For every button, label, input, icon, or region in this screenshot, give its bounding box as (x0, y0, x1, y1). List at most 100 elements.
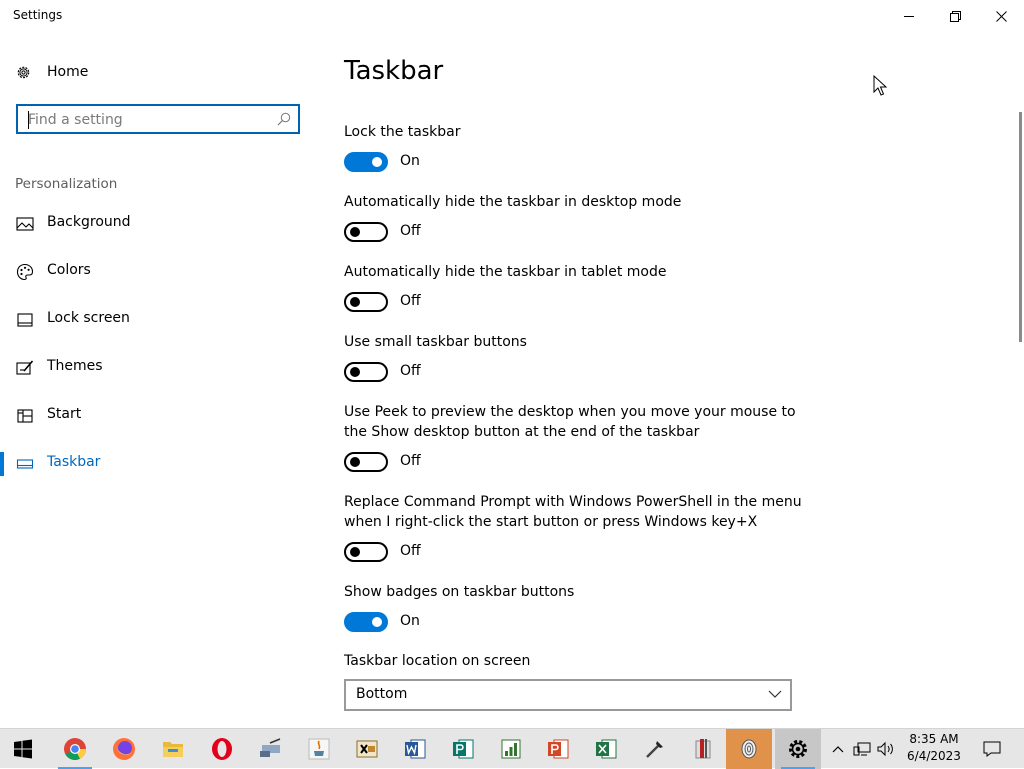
sidebar: Home Personalization Background Colors L… (0, 32, 320, 728)
taskbar-app-firefox[interactable] (101, 729, 147, 769)
sidebar-item-start[interactable]: Start (0, 396, 320, 436)
themes-icon (16, 360, 34, 375)
taskbar-app-xml-editor[interactable] (344, 729, 390, 769)
home-label: Home (47, 64, 89, 80)
sidebar-item-colors[interactable]: Colors (0, 252, 320, 292)
gear-icon (17, 66, 30, 78)
taskbar-location-dropdown[interactable]: Bottom (344, 679, 792, 711)
settings-gear-icon (789, 740, 807, 758)
dropdown-value: Bottom (356, 686, 408, 702)
title-bar: Settings (0, 0, 1024, 32)
taskbar-app-fingerprint[interactable] (726, 729, 772, 769)
minimize-button[interactable] (886, 0, 932, 32)
toggle-state: Off (400, 293, 421, 309)
clock-date: 6/4/2023 (907, 749, 961, 763)
taskbar-clock[interactable]: 8:35 AM 6/4/2023 (900, 731, 968, 765)
start-button[interactable] (0, 729, 46, 769)
tool-icon (646, 741, 663, 758)
taskbar-app-file-explorer[interactable] (150, 729, 196, 769)
xml-editor-icon (356, 740, 378, 758)
taskbar-app-publisher[interactable] (440, 729, 486, 769)
scrollbar-thumb[interactable] (1019, 112, 1022, 342)
badges-toggle[interactable] (344, 612, 388, 632)
setting-label: Automatically hide the taskbar in tablet… (344, 264, 667, 280)
lock-taskbar-toggle[interactable] (344, 152, 388, 172)
powerpoint-icon (548, 739, 569, 759)
action-center-button[interactable] (978, 729, 1006, 769)
fingerprint-app-icon (741, 739, 757, 759)
sidebar-item-label: Themes (47, 358, 103, 374)
active-indicator (0, 452, 4, 476)
excel-icon (596, 739, 617, 759)
setting-label: Use small taskbar buttons (344, 334, 527, 350)
sidebar-item-label: Lock screen (47, 310, 130, 326)
publisher-icon (453, 739, 474, 759)
sidebar-item-label: Background (47, 214, 131, 230)
sidebar-item-label: Taskbar (47, 454, 101, 470)
mouse-cursor-icon (873, 75, 887, 96)
taskbar-app-java[interactable] (296, 729, 342, 769)
setting-peek: Use Peek to preview the desktop when you… (344, 402, 804, 474)
taskbar-app-powerpoint[interactable] (535, 729, 581, 769)
start-grid-icon (17, 409, 33, 423)
toggle-state: Off (400, 223, 421, 239)
volume-tray-button[interactable] (875, 729, 897, 769)
peek-toggle[interactable] (344, 452, 388, 472)
setting-label: Automatically hide the taskbar in deskto… (344, 194, 682, 210)
setting-label: Replace Command Prompt with Windows Powe… (344, 494, 802, 530)
taskbar-app-project[interactable] (488, 729, 534, 769)
sidebar-item-label: Colors (47, 262, 91, 278)
small-buttons-toggle[interactable] (344, 362, 388, 382)
show-hidden-icons-button[interactable] (828, 729, 848, 769)
restore-button[interactable] (932, 0, 978, 32)
taskbar-location-label: Taskbar location on screen (344, 653, 531, 669)
project-icon (501, 739, 521, 759)
lock-screen-icon (17, 313, 33, 327)
search-box[interactable] (16, 104, 300, 134)
file-explorer-icon (163, 742, 183, 757)
network-icon (853, 742, 871, 756)
taskbar-app-excel[interactable] (583, 729, 629, 769)
setting-label: Lock the taskbar (344, 124, 461, 140)
taskbar-app-word[interactable] (392, 729, 438, 769)
chevron-up-icon (832, 746, 844, 753)
toggle-state: On (400, 153, 420, 169)
page-title: Taskbar (344, 56, 444, 86)
clock-time: 8:35 AM (909, 732, 959, 746)
toggle-state: On (400, 613, 420, 629)
toggle-state: Off (400, 363, 421, 379)
palette-icon (16, 263, 34, 281)
taskbar-app-opera[interactable] (199, 729, 245, 769)
chrome-icon (64, 738, 86, 760)
close-button[interactable] (978, 0, 1024, 32)
taskbar-app-tool[interactable] (632, 729, 678, 769)
autohide-tablet-toggle[interactable] (344, 292, 388, 312)
firefox-icon (113, 738, 135, 760)
sidebar-item-label: Start (47, 406, 82, 422)
taskbar-app-network-tool[interactable] (248, 729, 294, 769)
close-icon (995, 10, 1007, 22)
windows-start-icon (14, 739, 32, 759)
setting-label: Use Peek to preview the desktop when you… (344, 404, 796, 440)
search-icon[interactable] (277, 112, 291, 126)
sidebar-item-themes[interactable]: Themes (0, 348, 320, 388)
taskbar-app-archive[interactable] (680, 729, 726, 769)
setting-autohide-desktop: Automatically hide the taskbar in deskto… (344, 192, 804, 244)
sidebar-item-taskbar[interactable]: Taskbar (0, 444, 320, 484)
home-nav-item[interactable]: Home (15, 60, 88, 84)
window-title: Settings (13, 8, 63, 22)
sidebar-item-background[interactable]: Background (0, 204, 320, 244)
powershell-toggle[interactable] (344, 542, 388, 562)
taskbar-app-chrome[interactable] (52, 729, 98, 769)
search-input[interactable] (28, 110, 268, 130)
main-content: Taskbar Lock the taskbar On Automaticall… (344, 32, 1024, 728)
network-tray-button[interactable] (850, 729, 874, 769)
taskbar: 8:35 AM 6/4/2023 (0, 728, 1024, 769)
opera-icon (212, 738, 232, 760)
taskbar-app-settings[interactable] (775, 729, 821, 769)
setting-lock-taskbar: Lock the taskbar On (344, 122, 804, 174)
sidebar-item-lock-screen[interactable]: Lock screen (0, 300, 320, 340)
autohide-desktop-toggle[interactable] (344, 222, 388, 242)
volume-icon (877, 741, 893, 757)
network-app-icon (260, 738, 281, 757)
